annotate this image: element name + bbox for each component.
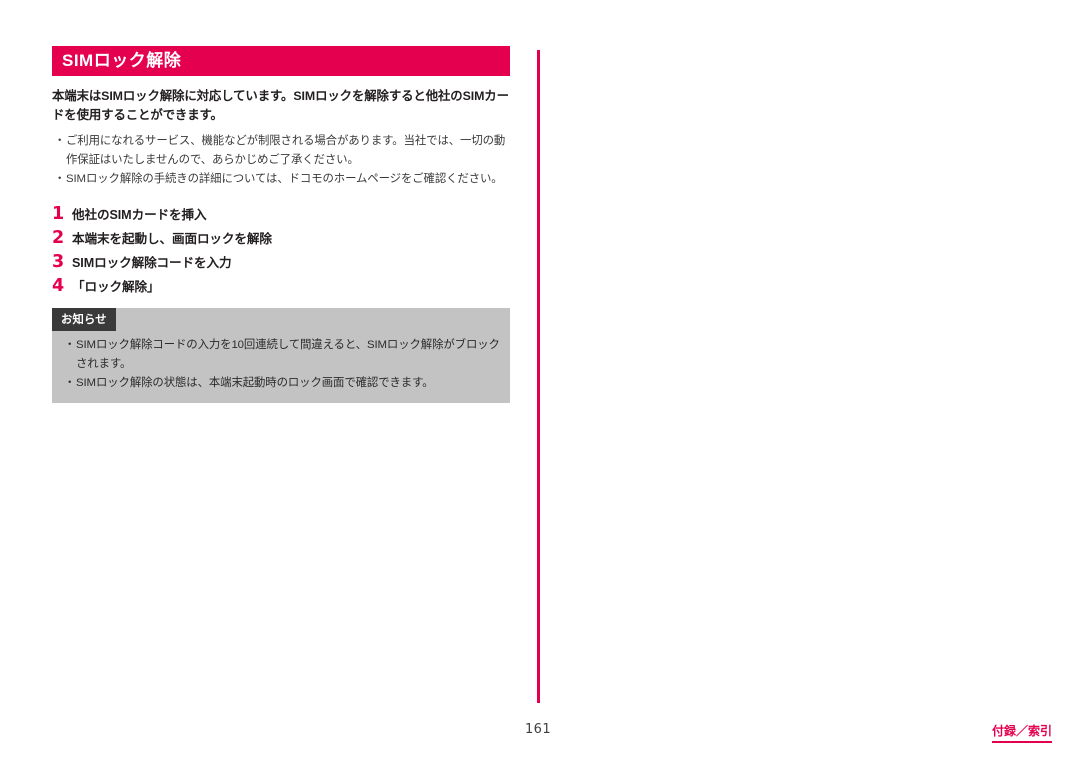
step-number: 1 <box>52 203 65 224</box>
list-item-text: SIMロック解除の手続きの詳細については、ドコモのホームページをご確認ください。 <box>66 173 503 186</box>
notice-label: お知らせ <box>52 308 116 332</box>
list-item-text: SIMロック解除の状態は、本端末起動時のロック画面で確認できます。 <box>76 376 434 389</box>
step-text: 「ロック解除」 <box>72 280 160 295</box>
notice-bullet-list: ・ SIMロック解除コードの入力を10回連続して間違えると、SIMロック解除がブ… <box>52 336 510 392</box>
step-number: 2 <box>52 227 65 248</box>
step-item: 3 SIMロック解除コードを入力 <box>52 252 510 272</box>
step-text: 他社のSIMカードを挿入 <box>72 207 207 222</box>
notice-box: お知らせ ・ SIMロック解除コードの入力を10回連続して間違えると、SIMロッ… <box>52 308 510 404</box>
numbered-steps-list: 1 他社のSIMカードを挿入 2 本端末を起動し、画面ロックを解除 3 SIMロ… <box>52 204 510 297</box>
step-text: SIMロック解除コードを入力 <box>72 256 232 271</box>
footer-section-tab[interactable]: 付録／索引 <box>991 722 1052 743</box>
column-divider-rule <box>537 50 540 703</box>
step-text: 本端末を起動し、画面ロックを解除 <box>72 231 272 246</box>
content-column: SIMロック解除 本端末はSIMロック解除に対応しています。SIMロックを解除す… <box>52 46 510 404</box>
list-item-text: SIMロック解除コードの入力を10回連続して間違えると、SIMロック解除がブロッ… <box>76 339 500 370</box>
list-item: ・ ご利用になれるサービス、機能などが制限される場合があります。当社では、一切の… <box>52 132 510 169</box>
list-item-text: ご利用になれるサービス、機能などが制限される場合があります。当社では、一切の動作… <box>66 135 506 166</box>
list-item: ・ SIMロック解除の手続きの詳細については、ドコモのホームページをご確認くださ… <box>52 170 510 188</box>
notes-bullet-list: ・ ご利用になれるサービス、機能などが制限される場合があります。当社では、一切の… <box>52 132 510 188</box>
intro-paragraph: 本端末はSIMロック解除に対応しています。SIMロックを解除すると他社のSIMカ… <box>52 89 509 123</box>
page-number: 161 <box>524 722 551 737</box>
list-item: ・ SIMロック解除の状態は、本端末起動時のロック画面で確認できます。 <box>52 374 500 392</box>
step-item: 4 「ロック解除」 <box>52 276 510 296</box>
manual-page: SIMロック解除 本端末はSIMロック解除に対応しています。SIMロックを解除す… <box>0 0 1080 763</box>
step-item: 1 他社のSIMカードを挿入 <box>52 204 510 224</box>
section-heading: SIMロック解除 <box>52 46 510 76</box>
step-number: 3 <box>52 252 65 273</box>
list-item: ・ SIMロック解除コードの入力を10回連続して間違えると、SIMロック解除がブ… <box>52 336 500 373</box>
step-number: 4 <box>52 276 65 297</box>
bullet-dot-icon: ・ <box>54 173 66 186</box>
bullet-dot-icon: ・ <box>64 339 76 352</box>
step-item: 2 本端末を起動し、画面ロックを解除 <box>52 228 510 248</box>
bullet-dot-icon: ・ <box>54 135 66 148</box>
bullet-dot-icon: ・ <box>64 376 76 389</box>
